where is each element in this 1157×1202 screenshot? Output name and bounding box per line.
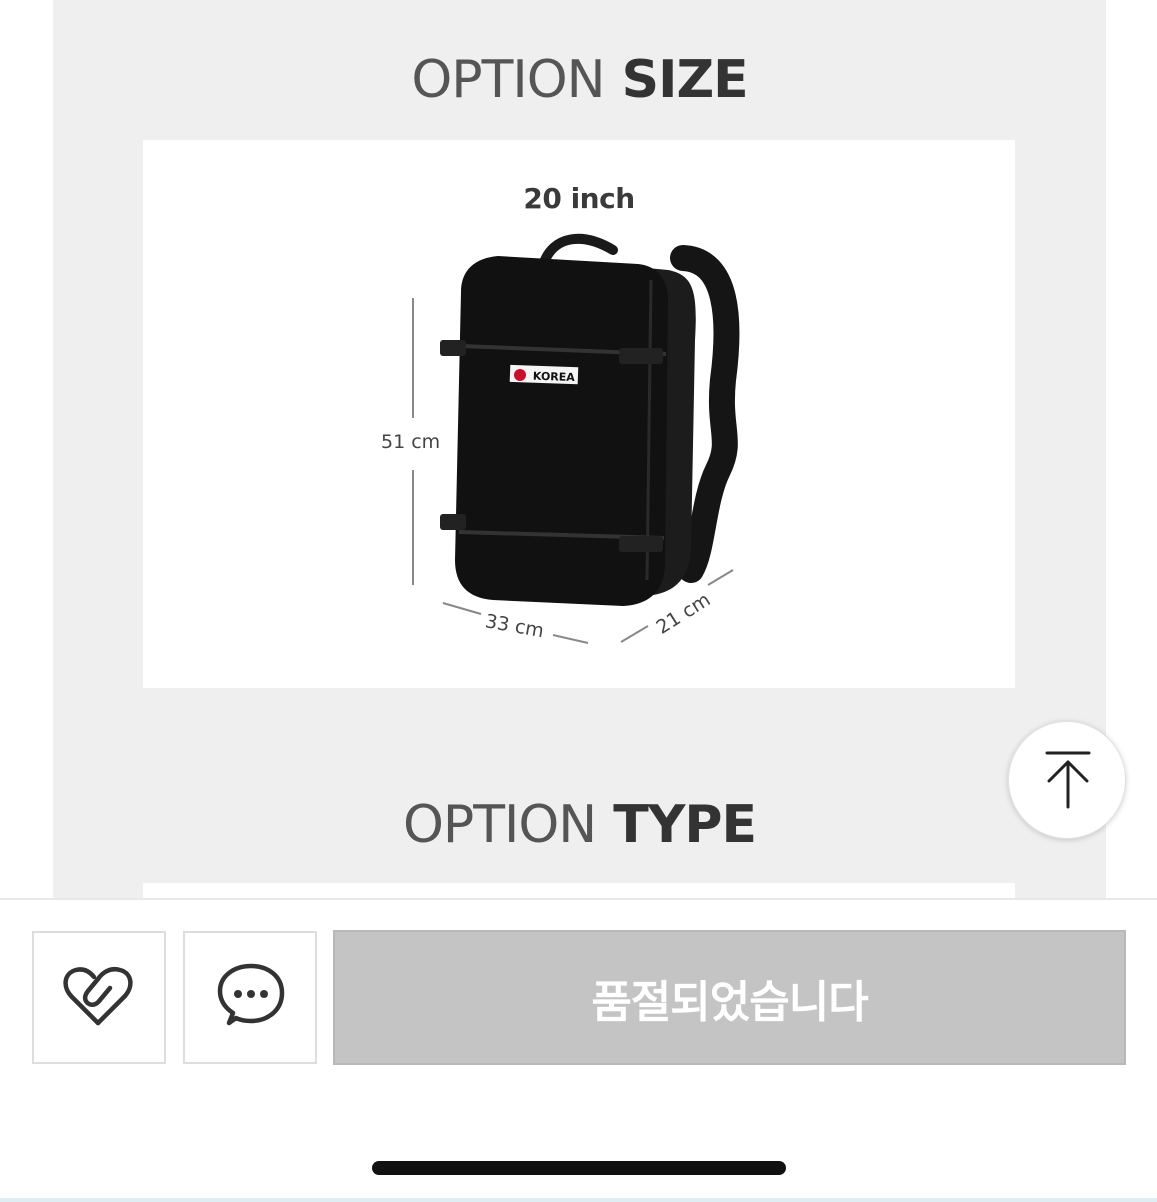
korea-patch-text: KOREA bbox=[533, 370, 576, 384]
bottom-edge bbox=[0, 1198, 1157, 1202]
option-type-title-bold: TYPE bbox=[613, 795, 757, 855]
product-size-image: 20 inch 51 cm 33 cm 21 cm KOREA bbox=[143, 140, 1015, 688]
scroll-to-top-button[interactable] bbox=[1008, 721, 1126, 839]
soldout-button[interactable]: 품절되었습니다 bbox=[333, 930, 1126, 1065]
like-button[interactable] bbox=[32, 931, 166, 1064]
option-size-title-bold: SIZE bbox=[621, 50, 749, 110]
option-type-title: OPTION TYPE bbox=[53, 795, 1106, 855]
width-dimension-label: 33 cm bbox=[484, 610, 546, 642]
backpack-illustration: 51 cm 33 cm 21 cm KOREA bbox=[381, 233, 740, 644]
depth-dimension-label: 21 cm bbox=[652, 589, 714, 639]
option-type-title-light: OPTION bbox=[402, 795, 597, 855]
arrow-up-to-top-icon bbox=[1045, 751, 1091, 809]
chat-button[interactable] bbox=[183, 931, 317, 1064]
product-detail-panel: OPTION SIZE 20 inch 51 cm 33 cm 21 cm KO… bbox=[53, 0, 1106, 900]
option-size-title: OPTION SIZE bbox=[53, 50, 1106, 110]
height-dimension-label: 51 cm bbox=[381, 431, 440, 453]
heart-link-icon bbox=[63, 967, 133, 1026]
home-indicator bbox=[372, 1161, 786, 1175]
bottom-action-bar: 품절되었습니다 bbox=[0, 898, 1157, 1202]
chat-bubble-icon bbox=[217, 963, 285, 1026]
option-size-title-light: OPTION bbox=[411, 50, 605, 110]
